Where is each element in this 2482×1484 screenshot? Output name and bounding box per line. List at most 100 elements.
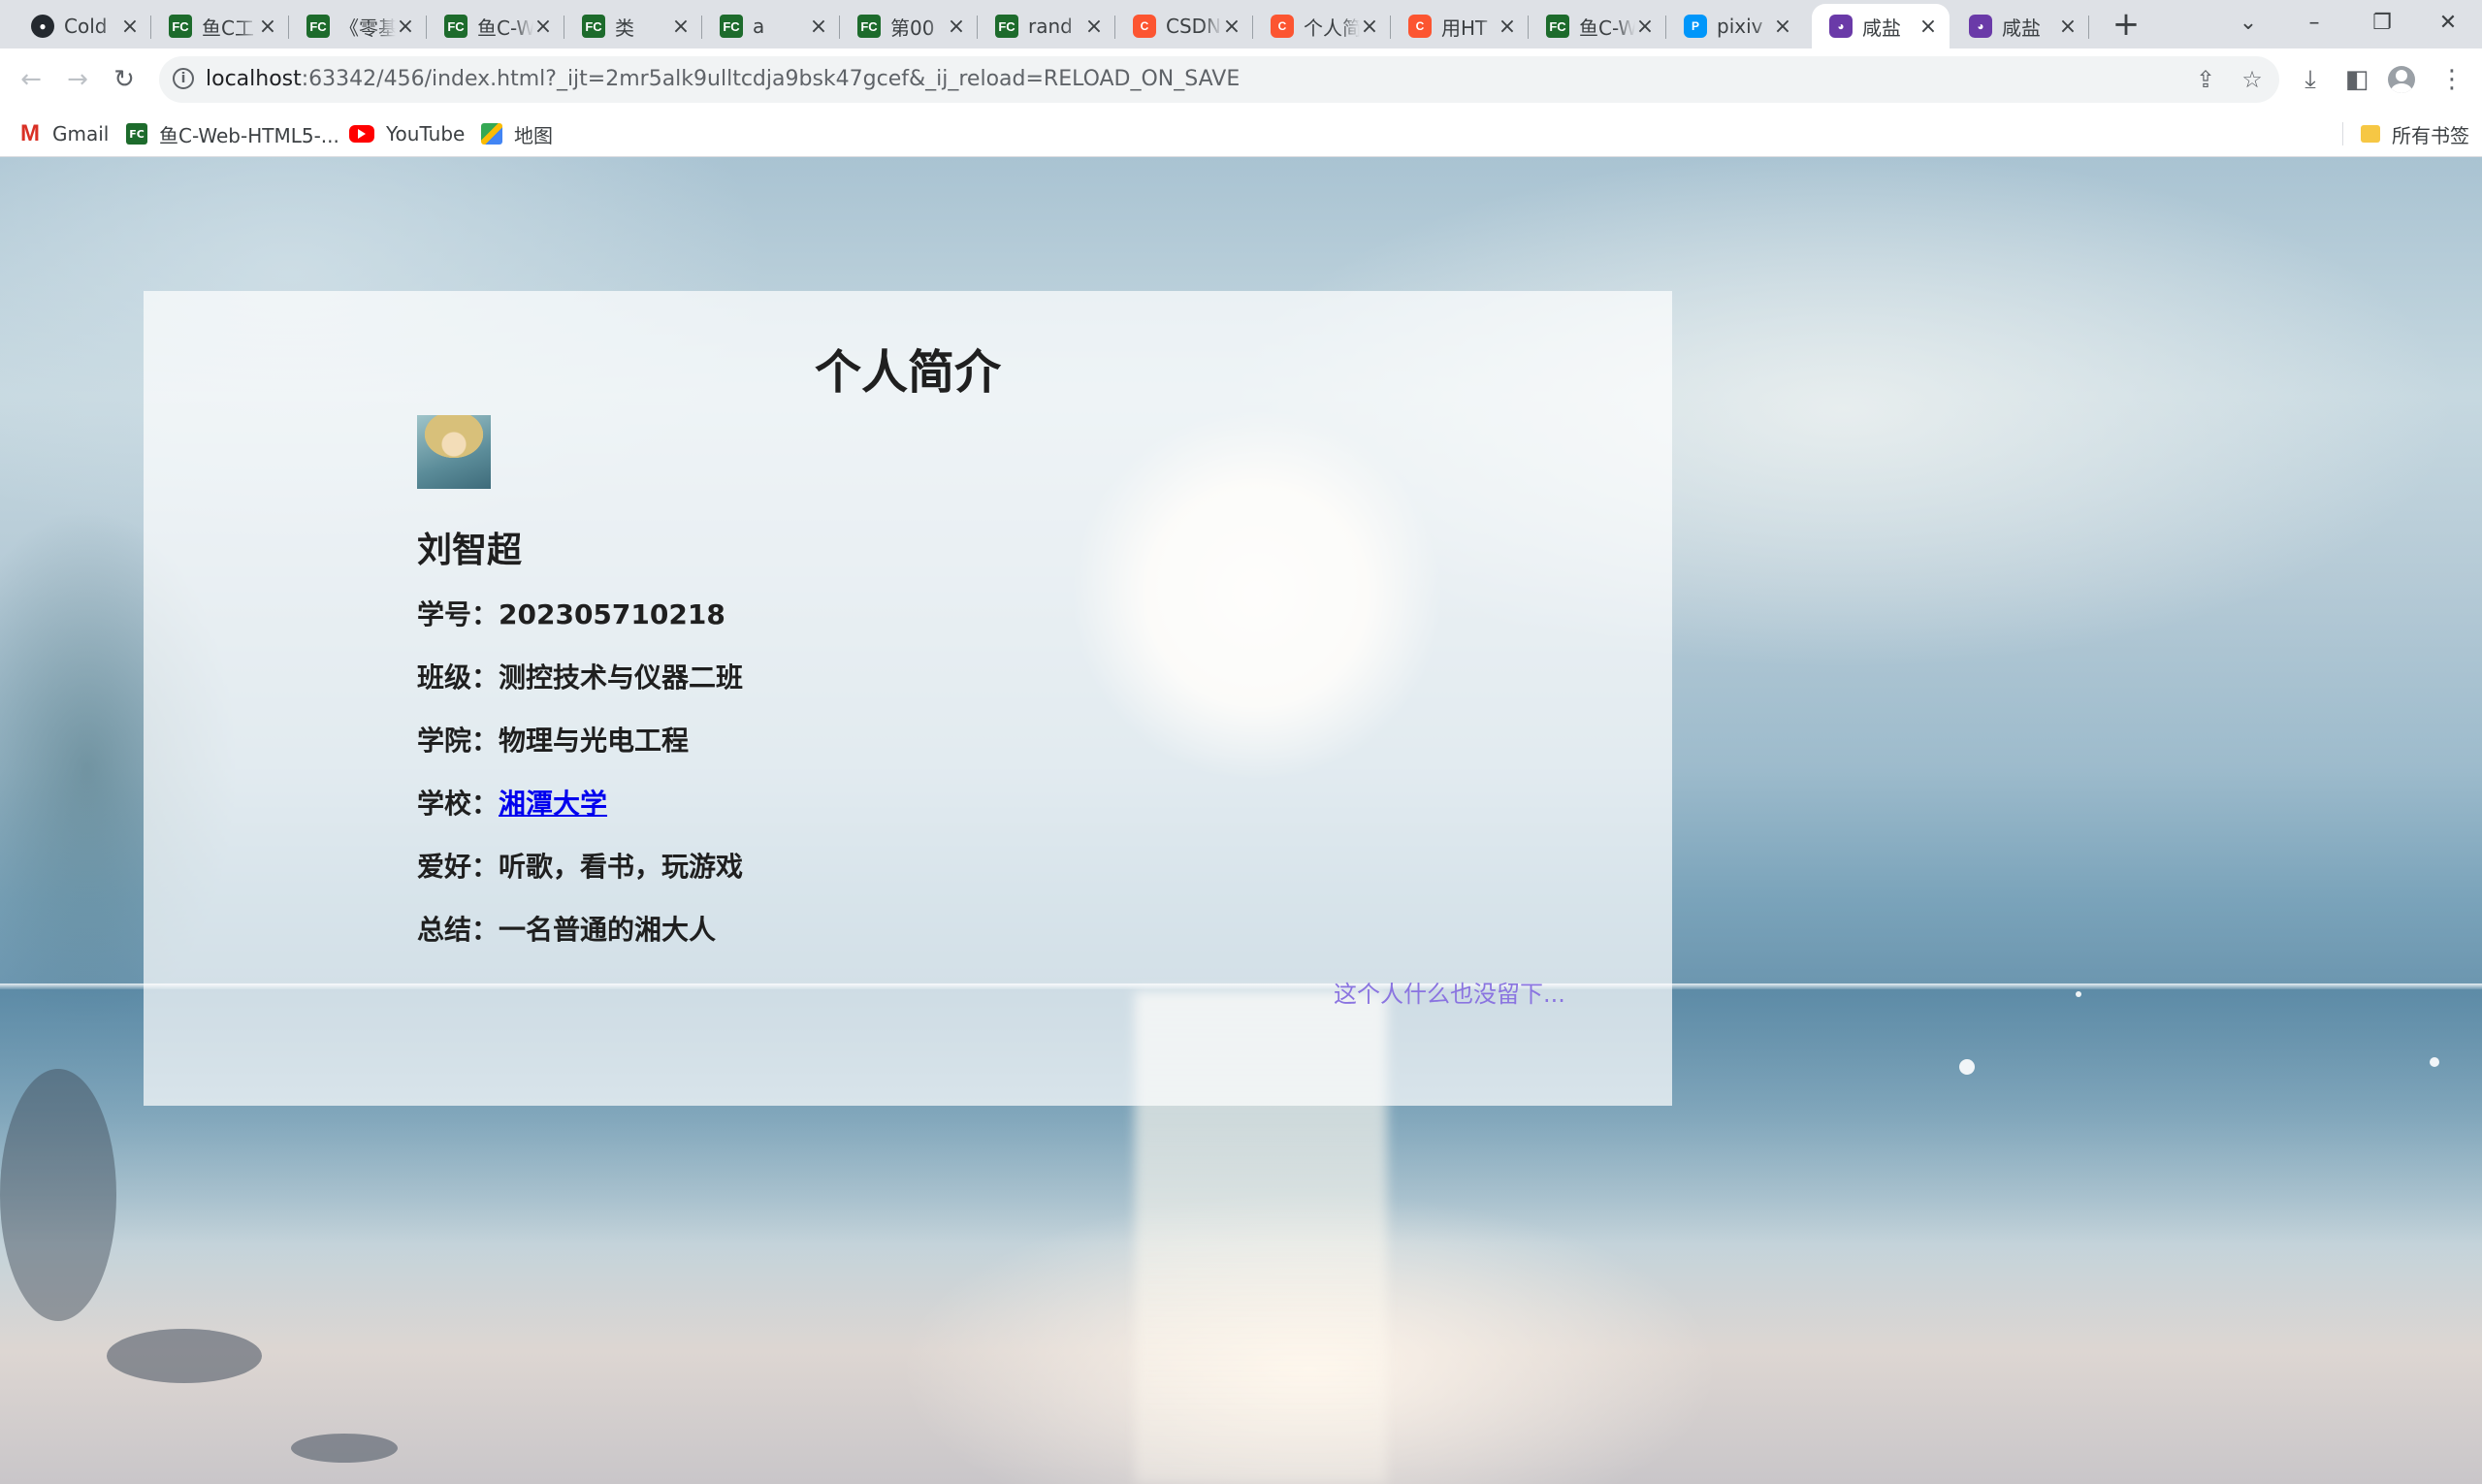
tab-fishc[interactable]: FC 鱼C-W × [1529,4,1666,48]
tab-fishc[interactable]: FC a × [702,4,840,48]
college-row: 学院：物理与光电工程 [417,720,689,758]
close-icon[interactable]: × [809,15,828,39]
close-icon[interactable]: × [1084,15,1104,39]
page-title: 个人简介 [814,345,1001,400]
tab-strip: ● Cold × FC 鱼C工 × FC 《零基 × FC 鱼C-W × FC … [0,0,2482,48]
info-icon[interactable]: i [173,68,194,89]
bookmark-gmail[interactable]: M Gmail [19,119,109,148]
tab-title: 鱼C工 [202,16,254,40]
tab-active[interactable]: ◕ 咸盐 × [1812,4,1950,48]
bookmark-youtube[interactable]: YouTube [349,119,465,148]
tab-title: rand [1028,15,1073,38]
row-label: 学校： [417,788,500,820]
salt-icon: ◕ [1969,15,1992,38]
youtube-icon [349,125,374,143]
close-icon[interactable]: × [1222,15,1241,39]
student-id-row: 学号：202305710218 [417,594,725,632]
tab-title: 个人简 [1304,16,1360,40]
close-icon[interactable]: × [1918,15,1938,39]
url-path: :63342/456/index.html?_ijt=2mr5alk9ulltc… [301,67,1241,91]
footnote-text: 这个人什么也没留下... [1334,981,1565,1008]
row-label: 学号： [417,598,500,630]
close-window-button[interactable]: ✕ [2421,6,2475,41]
bookmark-label: 地图 [514,123,553,147]
address-bar[interactable]: i localhost:63342/456/index.html?_ijt=2m… [159,56,2279,103]
bookmarks-bar: M Gmail FC 鱼C-Web-HTML5-... YouTube 地图 所… [0,111,2482,157]
fishc-icon: FC [995,15,1018,38]
star-icon[interactable]: ☆ [2237,64,2268,95]
close-icon[interactable]: × [671,15,691,39]
row-label: 学院： [417,725,500,757]
tab-fishc[interactable]: FC 鱼C-W × [427,4,564,48]
close-icon[interactable]: × [396,15,415,39]
row-label: 爱好： [417,851,500,883]
row-value: 202305710218 [499,598,725,630]
pixiv-icon: P [1684,15,1707,38]
tab-fishc[interactable]: FC 类 × [564,4,702,48]
all-bookmarks[interactable]: 所有书签 [2361,119,2469,148]
tab-fishc[interactable]: FC rand × [978,4,1115,48]
fishc-icon: FC [126,123,147,145]
tab-fishc[interactable]: FC 第00 × [840,4,978,48]
school-row: 学校：湘潭大学 [417,783,607,822]
row-label: 班级： [417,661,500,694]
bookmark-label: YouTube [386,122,466,145]
tab-csdn[interactable]: C 个人简 × [1253,4,1391,48]
tab-pixiv[interactable]: P pixiv × [1666,4,1804,48]
fishc-icon: FC [582,15,605,38]
close-icon[interactable]: × [1635,15,1655,39]
tab-fishc[interactable]: FC 鱼C工 × [151,4,289,48]
minimize-button[interactable]: – [2287,6,2341,41]
tab-salt[interactable]: ◕ 咸盐 × [1951,4,2089,48]
profile-icon[interactable] [2388,66,2415,93]
close-icon[interactable]: × [120,15,140,39]
fishc-icon: FC [444,15,467,38]
download-icon[interactable]: ⤓ [2293,62,2328,97]
tab-csdn[interactable]: C CSDN × [1115,4,1253,48]
menu-icon[interactable]: ⋮ [2434,62,2469,97]
bookmark-fishc[interactable]: FC 鱼C-Web-HTML5-... [126,119,339,148]
restore-button[interactable]: ❐ [2355,6,2409,41]
tab-csdn[interactable]: C 用HT × [1391,4,1529,48]
tab-title: 咸盐 [2002,16,2041,40]
close-icon[interactable]: × [947,15,966,39]
tab-search-icon[interactable]: ⌄ [2221,6,2275,41]
url-text[interactable]: localhost:63342/456/index.html?_ijt=2mr5… [206,56,1240,103]
tab-fishc[interactable]: FC 《零基 × [289,4,427,48]
fishc-icon: FC [306,15,330,38]
toolbar: ← → ↻ i localhost:63342/456/index.html?_… [0,48,2482,111]
reload-button[interactable]: ↻ [105,60,144,99]
share-icon[interactable]: ⇪ [2190,64,2221,95]
bookmark-label: 鱼C-Web-HTML5-... [159,123,339,147]
close-icon[interactable]: × [533,15,553,39]
tab-title: Cold [64,15,108,38]
forward-button[interactable]: → [58,60,97,99]
tab-title: 第00 [890,16,935,40]
tab-github[interactable]: ● Cold × [14,4,151,48]
tab-title: a [753,15,765,38]
close-icon[interactable]: × [1773,15,1792,39]
new-tab-button[interactable]: + [2109,8,2144,43]
csdn-icon: C [1133,15,1156,38]
background-rock [291,1434,398,1463]
sparkle [2076,991,2081,997]
github-icon: ● [31,15,54,38]
profile-name: 刘智超 [417,531,523,570]
side-panel-icon[interactable]: ◧ [2339,62,2374,97]
tab-title: 用HT [1441,16,1488,40]
maps-icon [481,123,502,145]
csdn-icon: C [1271,15,1294,38]
close-icon[interactable]: × [1498,15,1517,39]
row-value: 物理与光电工程 [499,725,690,757]
profile-card: 个人简介 刘智超 学号：202305710218 班级：测控技术与仪器二班 学院… [144,291,1672,1106]
background-rock [107,1329,262,1383]
close-icon[interactable]: × [258,15,277,39]
school-link[interactable]: 湘潭大学 [499,788,607,820]
back-button[interactable]: ← [12,60,50,99]
close-icon[interactable]: × [2058,15,2078,39]
all-bookmarks-label: 所有书签 [2392,123,2469,147]
bookmark-maps[interactable]: 地图 [481,119,553,148]
tab-title: 类 [615,16,634,40]
close-icon[interactable]: × [1360,15,1379,39]
folder-icon [2361,125,2380,143]
